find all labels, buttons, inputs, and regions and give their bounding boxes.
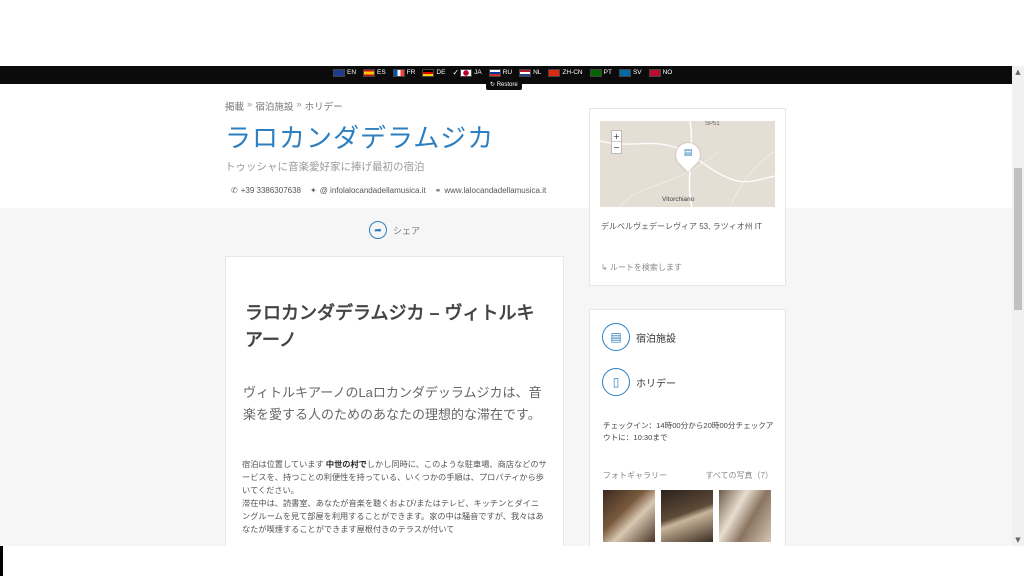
gallery-photo[interactable] — [719, 490, 771, 542]
breadcrumb-item-listings[interactable]: 掲載 — [225, 99, 244, 113]
page-content: 掲載 » 宿泊施設 » ホリデー ラロカンダデラムジカ トゥッシャに音楽愛好家に… — [0, 84, 1012, 546]
language-option-en[interactable]: EN — [333, 68, 357, 77]
scroll-up-icon[interactable]: ▲ — [1012, 66, 1024, 78]
description-body: 宿泊は位置しています 中世の村でしかし同時に、このような駐車場、商店などのサービ… — [242, 458, 547, 536]
text-cursor — [0, 546, 3, 576]
scroll-thumb[interactable] — [1014, 168, 1022, 310]
language-option-ru[interactable]: RU — [488, 68, 513, 77]
page-title: ラロカンダデラムジカ — [225, 123, 495, 153]
language-code: SV — [632, 69, 642, 76]
page-subtitle: トゥッシャに音楽愛好家に捧げ最初の宿泊 — [225, 161, 425, 173]
restore-button[interactable]: ↻ Restore — [486, 80, 522, 90]
gallery-header: フォトギャラリー すべての写真（7） — [603, 470, 773, 481]
flag-icon — [422, 68, 435, 77]
flag-icon — [548, 68, 561, 77]
website-url: www.lalocandadellamusica.it — [444, 186, 547, 195]
category-holiday[interactable]: ▯ ホリデー — [602, 368, 676, 396]
location-card: + − ▤ SP51 Vitorchiano デルベルヴェデーレヴィア 53, … — [589, 108, 786, 286]
language-code: JA — [474, 69, 482, 76]
flag-icon — [392, 68, 405, 77]
language-code: ES — [377, 69, 386, 76]
body-text: 滞在中は、読書室、あなたが音楽を聴くおよび/またはテレビ、キッチンとダイニングル… — [242, 499, 544, 534]
breadcrumb-separator: » — [296, 99, 302, 110]
scrollbar[interactable]: ▲ ▼ — [1012, 66, 1024, 546]
language-list: EN ES FR DE ✓ JA RU NL ZH-CN PT SV NO — [333, 68, 672, 77]
map-road-label: SP51 — [705, 121, 720, 127]
language-option-nl[interactable]: NL — [519, 68, 542, 77]
breadcrumb: 掲載 » 宿泊施設 » ホリデー — [225, 99, 343, 113]
email-address: @ infolalocandadellamusica.it — [319, 186, 426, 195]
flag-icon — [460, 68, 473, 77]
zoom-in-button[interactable]: + — [612, 131, 621, 142]
description-card: ラロカンダデラムジカ – ヴィトルキアーノ ヴィトルキアーノのLaロカンダデッラ… — [225, 256, 564, 546]
breadcrumb-separator: » — [247, 99, 253, 110]
zoom-out-button[interactable]: − — [612, 142, 621, 153]
flag-icon — [488, 68, 501, 77]
language-option-es[interactable]: ES — [363, 68, 386, 77]
address-text: デルベルヴェデーレヴィア 53, ラツィオ州 IT — [601, 222, 762, 231]
browser-top-area — [0, 0, 1024, 66]
breadcrumb-item-holiday[interactable]: ホリデー — [305, 99, 343, 113]
link-icon: ⚭ — [434, 186, 442, 195]
language-code: DE — [436, 69, 446, 76]
photo-gallery — [603, 490, 771, 542]
language-option-ja[interactable]: ✓ JA — [452, 68, 481, 77]
flag-icon — [648, 68, 661, 77]
category-label: 宿泊施設 — [636, 333, 676, 345]
description-heading: ラロカンダデラムジカ – ヴィトルキアーノ — [245, 303, 535, 350]
language-option-fr[interactable]: FR — [392, 68, 416, 77]
route-link[interactable]: ↳ ルートを検索します — [601, 262, 682, 273]
all-photos-link[interactable]: すべての写真（7） — [705, 470, 773, 481]
map-town-label: Vitorchiano — [662, 196, 695, 203]
description-lead: ヴィトルキアーノのLaロカンダデッラムジカは、音楽を愛する人のためのあなたの理想… — [243, 385, 542, 422]
body-text: 宿泊は位置しています — [242, 460, 326, 469]
language-code: FR — [406, 69, 416, 76]
language-option-no[interactable]: NO — [648, 68, 673, 77]
share-label: シェア — [393, 225, 421, 236]
language-code: RU — [502, 69, 513, 76]
language-option-de[interactable]: DE — [422, 68, 446, 77]
language-option-zh-cn[interactable]: ZH-CN — [548, 68, 583, 77]
checkin-info: チェックイン：14時00分から20時00分チェックアウトに：10:30まで — [603, 421, 774, 442]
flag-icon — [618, 68, 631, 77]
phone-contact[interactable]: ✆ +39 3386307638 — [231, 186, 301, 195]
flag-icon — [589, 68, 602, 77]
phone-number: +39 3386307638 — [240, 186, 301, 195]
gallery-photo[interactable] — [603, 490, 655, 542]
flag-icon — [363, 68, 376, 77]
scroll-down-icon[interactable]: ▼ — [1012, 534, 1024, 546]
location-map[interactable]: + − ▤ SP51 Vitorchiano — [600, 121, 775, 207]
flag-icon — [519, 68, 532, 77]
phone-icon: ✆ — [231, 186, 238, 195]
bottom-area — [0, 546, 1024, 576]
gallery-photo[interactable] — [661, 490, 713, 542]
contact-info: ✆ +39 3386307638 ✦ @ infolalocandadellam… — [231, 186, 546, 195]
door-icon: ▯ — [602, 368, 630, 396]
category-accommodation[interactable]: ▤ 宿泊施設 — [602, 323, 676, 351]
website-contact[interactable]: ⚭ www.lalocandadellamusica.it — [435, 186, 547, 195]
email-contact[interactable]: ✦ @ infolalocandadellamusica.it — [310, 186, 426, 195]
category-label: ホリデー — [636, 378, 676, 390]
body-highlight: 中世の村で — [325, 460, 367, 469]
language-code: NO — [662, 69, 673, 76]
language-code: ZH-CN — [562, 69, 583, 76]
flag-icon — [333, 68, 345, 77]
gallery-label: フォトギャラリー — [603, 471, 667, 480]
details-card: ▤ 宿泊施設 ▯ ホリデー チェックイン：14時00分から20時00分チェックア… — [589, 309, 786, 546]
bed-icon: ▤ — [683, 148, 693, 158]
breadcrumb-item-accommodation[interactable]: 宿泊施設 — [255, 99, 293, 113]
share-icon: ➦ — [369, 221, 387, 239]
language-code: EN — [347, 69, 357, 76]
check-icon: ✓ — [452, 68, 460, 77]
bed-icon: ▤ — [602, 323, 630, 351]
language-code: NL — [533, 69, 542, 76]
language-option-sv[interactable]: SV — [618, 68, 642, 77]
language-code: PT — [603, 69, 612, 76]
share-button[interactable]: ➦ シェア — [369, 221, 420, 239]
map-zoom-control: + − — [611, 130, 622, 154]
twitter-icon: ✦ — [310, 186, 317, 195]
language-option-pt[interactable]: PT — [589, 68, 612, 77]
